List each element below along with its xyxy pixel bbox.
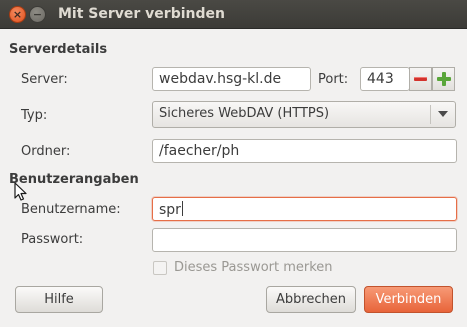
window-title: Mit Server verbinden xyxy=(58,6,225,22)
username-label: Benutzername: xyxy=(21,202,121,217)
type-dropdown[interactable]: Sicheres WebDAV (HTTPS) xyxy=(152,101,456,128)
server-label: Server: xyxy=(21,72,68,87)
username-input[interactable]: spr xyxy=(152,197,457,221)
remember-password-checkbox[interactable] xyxy=(153,261,167,275)
password-label: Passwort: xyxy=(21,232,84,247)
type-label: Typ: xyxy=(21,108,48,123)
plus-icon xyxy=(436,72,451,86)
close-icon[interactable]: × xyxy=(9,6,26,23)
type-dropdown-value: Sicheres WebDAV (HTTPS) xyxy=(159,106,330,121)
minus-icon xyxy=(414,77,427,81)
chevron-down-icon xyxy=(438,111,448,117)
dropdown-separator xyxy=(430,105,431,124)
minimize-icon[interactable]: − xyxy=(29,6,46,23)
server-input[interactable]: webdav.hsg-kl.de xyxy=(152,67,311,91)
folder-input[interactable]: /faecher/ph xyxy=(152,139,457,163)
help-button[interactable]: Hilfe xyxy=(15,286,103,313)
port-label: Port: xyxy=(318,72,349,87)
cancel-button[interactable]: Abbrechen xyxy=(266,286,356,313)
folder-label: Ordner: xyxy=(21,144,71,159)
user-details-heading: Benutzerangaben xyxy=(9,172,139,187)
server-details-heading: Serverdetails xyxy=(9,42,108,57)
port-decrement-button[interactable] xyxy=(409,67,432,91)
port-increment-button[interactable] xyxy=(432,67,455,91)
password-input[interactable] xyxy=(152,228,457,252)
text-caret xyxy=(181,201,183,216)
username-value: spr xyxy=(159,202,181,218)
remember-password-label: Dieses Passwort merken xyxy=(174,260,333,275)
title-bar: × − Mit Server verbinden xyxy=(0,0,467,29)
port-input[interactable]: 443 xyxy=(360,67,410,91)
mouse-pointer-icon xyxy=(14,182,27,201)
connect-button[interactable]: Verbinden xyxy=(364,286,453,313)
